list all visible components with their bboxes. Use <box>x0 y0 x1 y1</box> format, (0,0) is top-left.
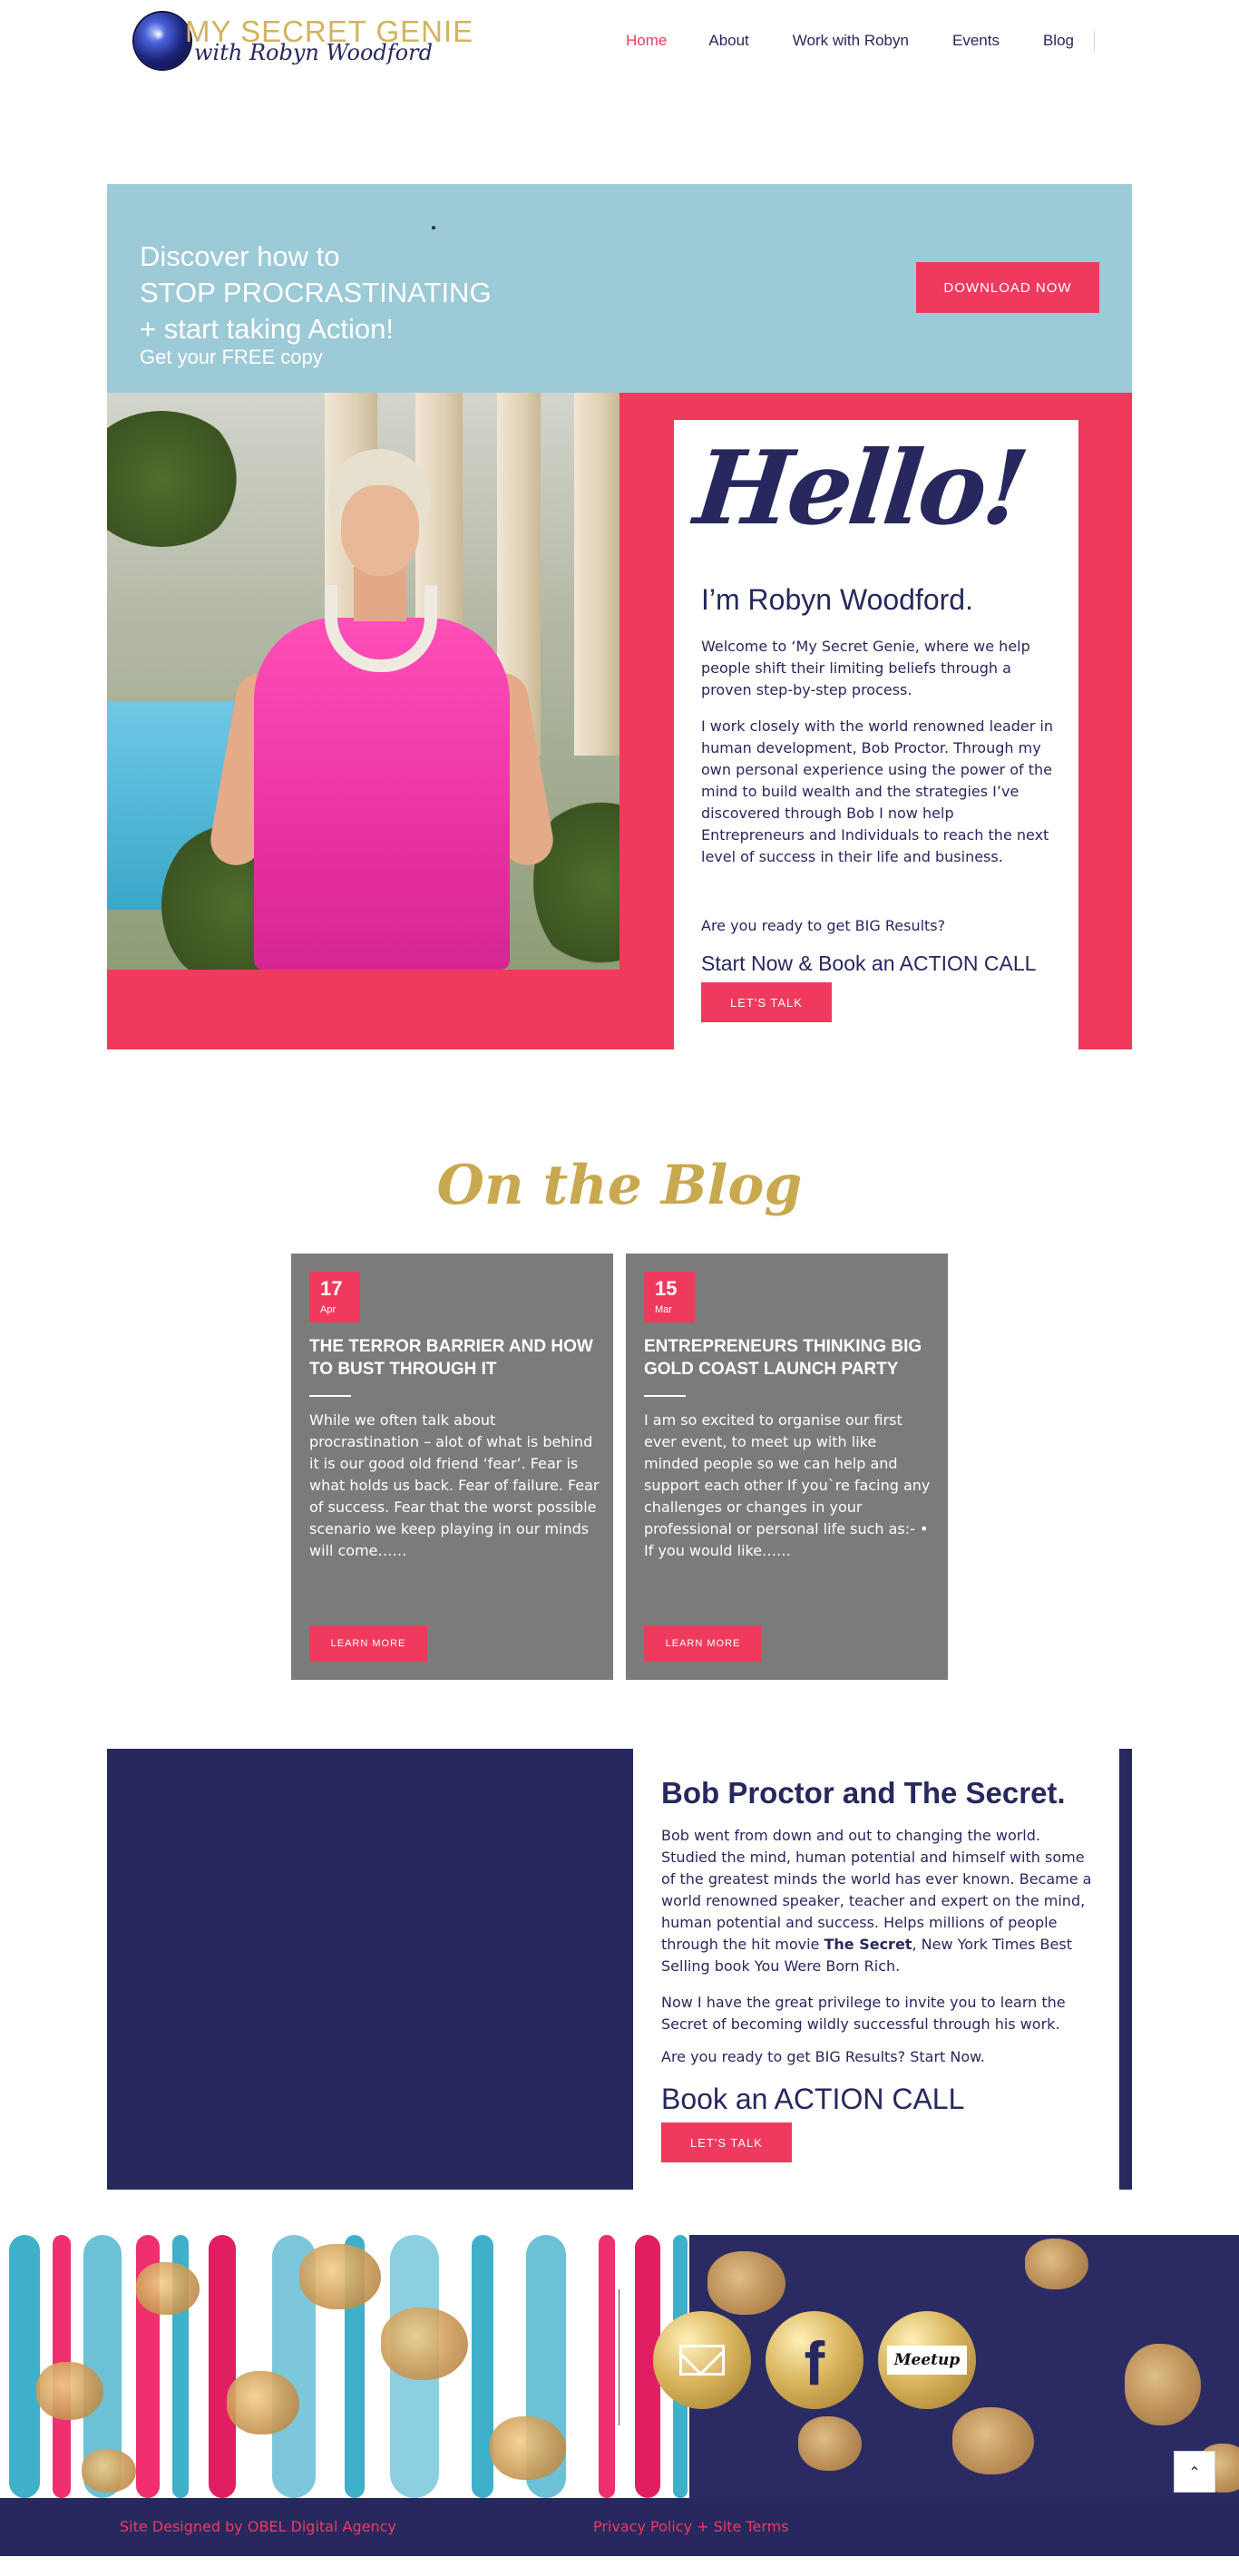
post-date-badge: 17 Apr <box>309 1272 360 1322</box>
photo-person <box>206 449 558 970</box>
banner-dot <box>432 226 435 229</box>
robyn-photo <box>107 393 620 970</box>
gold-blob <box>490 2416 566 2480</box>
photo-pillar <box>574 393 620 756</box>
gold-blob <box>381 2308 468 2380</box>
gold-blob <box>136 2262 200 2315</box>
paint-stroke <box>9 2235 40 2498</box>
footer-credit-link[interactable]: Site Designed by OBEL Digital Agency <box>120 2518 396 2535</box>
hello-heading: Hello! <box>689 429 1030 548</box>
email-social-button[interactable] <box>653 2311 751 2409</box>
art-divider <box>619 2289 620 2425</box>
intro-section: Hello! I’m Robyn Woodford. Welcome to ‘M… <box>107 393 1132 1049</box>
learn-more-button[interactable]: LEARN MORE <box>644 1625 762 1662</box>
lets-talk-button-2[interactable]: LET'S TALK <box>661 2122 792 2162</box>
download-banner: Discover how to STOP PROCRASTINATING + s… <box>107 184 1132 393</box>
post-title[interactable]: THE TERROR BARRIER AND HOW TO BUST THROU… <box>309 1335 600 1381</box>
intro-paragraph-1: Welcome to ‘My Secret Genie, where we he… <box>701 638 1030 698</box>
post-date-month: Mar <box>655 1304 672 1315</box>
footer-legal-link[interactable]: Privacy Policy + Site Terms <box>593 2518 789 2535</box>
mail-icon <box>679 2345 725 2376</box>
meetup-icon: Meetup <box>886 2346 968 2375</box>
hello-name: I’m Robyn Woodford. <box>701 583 973 616</box>
logo-subtitle: with Robyn Woodford <box>194 40 433 65</box>
site-logo[interactable]: MY SECRET GENIE with Robyn Woodford <box>134 13 473 69</box>
bob-paragraph-1-start: Bob went from down and out to changing t… <box>661 1827 1092 1953</box>
paint-stroke <box>599 2235 615 2498</box>
facebook-icon: f <box>804 2329 825 2398</box>
banner-line-1: Discover how to <box>140 240 340 272</box>
gold-blob <box>299 2244 381 2309</box>
intro-paragraph-2: I work closely with the world renowned l… <box>701 717 1053 865</box>
gold-blob <box>36 2362 103 2420</box>
blog-heading: On the Blog <box>436 1154 803 1217</box>
nav-home[interactable]: Home <box>626 32 667 50</box>
banner-headline: Discover how to STOP PROCRASTINATING + s… <box>140 239 492 347</box>
blog-post-card: 17 Apr THE TERROR BARRIER AND HOW TO BUS… <box>291 1254 613 1680</box>
logo-globe-icon <box>134 13 190 69</box>
banner-subline: Get your FREE copy <box>140 346 323 368</box>
post-divider <box>309 1395 351 1397</box>
banner-line-2: STOP PROCRASTINATING <box>140 277 492 308</box>
main-nav: Home About Work with Robyn Events Blog <box>626 29 1095 53</box>
gold-blob <box>952 2407 1034 2474</box>
download-now-button[interactable]: DOWNLOAD NOW <box>916 262 1099 313</box>
gold-blob <box>1125 2344 1201 2425</box>
site-header: MY SECRET GENIE with Robyn Woodford Home… <box>0 0 1239 82</box>
the-secret-bold: The Secret <box>824 1936 912 1953</box>
post-date-badge: 15 Mar <box>644 1272 695 1322</box>
bob-paragraph-2: Now I have the great privilege to invite… <box>661 1994 1066 2033</box>
meetup-social-button[interactable]: Meetup <box>878 2311 976 2409</box>
gold-blob <box>1025 2239 1088 2289</box>
bob-cta: Book an ACTION CALL <box>661 2083 965 2115</box>
bob-paragraph-1: Bob went from down and out to changing t… <box>661 1825 1093 1977</box>
post-date-day: 15 <box>655 1277 678 1300</box>
bob-paragraph-3: Are you ready to get BIG Results? Start … <box>661 2048 985 2065</box>
blog-post-card: 15 Mar ENTREPRENEURS THINKING BIG GOLD C… <box>626 1254 948 1680</box>
back-to-top-button[interactable]: ⌃ <box>1174 2451 1215 2493</box>
gold-blob <box>82 2449 136 2493</box>
photo-face <box>341 485 419 576</box>
video-placeholder <box>107 1749 633 2190</box>
nav-blog[interactable]: Blog <box>1043 32 1074 50</box>
nav-separator <box>1094 31 1095 51</box>
nav-work-with-robyn[interactable]: Work with Robyn <box>793 32 909 50</box>
lets-talk-button[interactable]: LET'S TALK <box>701 982 832 1022</box>
paint-stroke <box>209 2235 236 2498</box>
site-footer: Site Designed by OBEL Digital Agency Pri… <box>0 2498 1239 2556</box>
gold-blob <box>227 2371 299 2435</box>
footer-artwork <box>0 2235 1239 2498</box>
facebook-social-button[interactable]: f <box>766 2311 863 2409</box>
post-excerpt: While we often talk about procrastinatio… <box>309 1411 600 1559</box>
hello-card: Hello! I’m Robyn Woodford. Welcome to ‘M… <box>674 420 1078 1049</box>
post-divider <box>644 1395 686 1397</box>
gold-blob <box>707 2251 785 2315</box>
learn-more-button[interactable]: LEARN MORE <box>309 1625 427 1662</box>
nav-about[interactable]: About <box>708 32 748 50</box>
post-date-month: Apr <box>320 1304 337 1315</box>
banner-line-3: + start taking Action! <box>140 313 395 345</box>
intro-question: Are you ready to get BIG Results? <box>701 917 946 934</box>
post-date-day: 17 <box>320 1277 343 1300</box>
nav-events[interactable]: Events <box>952 32 1000 50</box>
post-excerpt: I am so excited to organise our first ev… <box>644 1411 931 1559</box>
chevron-up-icon: ⌃ <box>1188 2463 1201 2481</box>
accent-bar <box>1119 1749 1132 2190</box>
bob-heading: Bob Proctor and The Secret. <box>661 1776 1066 1810</box>
post-title[interactable]: ENTREPRENEURS THINKING BIG GOLD COAST LA… <box>644 1335 934 1381</box>
gold-blob <box>798 2416 862 2471</box>
intro-cta: Start Now & Book an ACTION CALL <box>701 951 1037 975</box>
